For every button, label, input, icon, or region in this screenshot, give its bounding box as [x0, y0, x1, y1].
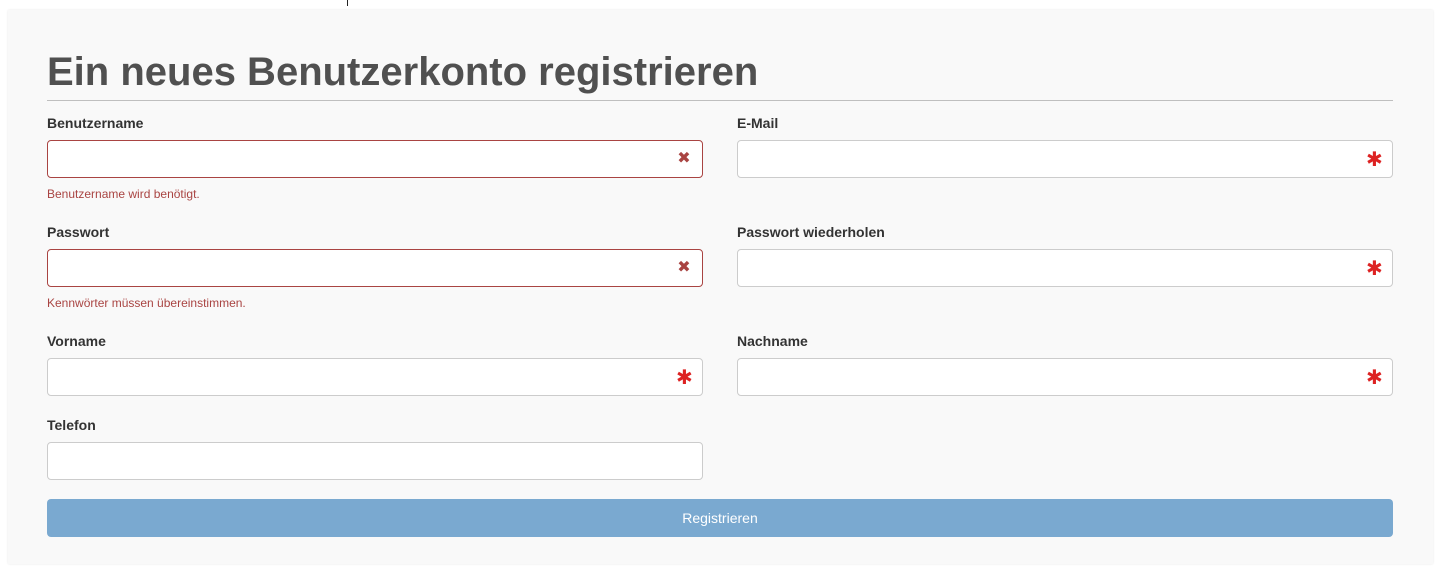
- phone-label: Telefon: [47, 417, 96, 433]
- password-repeat-input[interactable]: [738, 250, 1392, 286]
- required-asterisk-icon: ✱: [1366, 258, 1383, 280]
- password-repeat-label: Passwort wiederholen: [737, 224, 885, 240]
- first-name-label: Vorname: [47, 333, 106, 349]
- required-asterisk-icon: ✱: [676, 367, 693, 389]
- username-label: Benutzername: [47, 115, 144, 131]
- error-x-icon: ✖: [677, 259, 691, 276]
- username-error-message: Benutzername wird benötigt.: [47, 187, 200, 201]
- username-field[interactable]: ✖: [47, 140, 703, 178]
- last-name-label: Nachname: [737, 333, 808, 349]
- password-input[interactable]: [48, 250, 702, 286]
- mouse-cursor-mark: [347, 0, 348, 6]
- username-input[interactable]: [48, 141, 702, 177]
- phone-field[interactable]: [47, 442, 703, 480]
- email-label: E-Mail: [737, 115, 779, 131]
- last-name-input[interactable]: [738, 359, 1392, 395]
- email-input[interactable]: [738, 141, 1392, 177]
- password-label: Passwort: [47, 224, 110, 240]
- page-title: Ein neues Benutzerkonto registrieren: [47, 50, 759, 94]
- last-name-field[interactable]: ✱: [737, 358, 1393, 396]
- first-name-field[interactable]: ✱: [47, 358, 703, 396]
- first-name-input[interactable]: [48, 359, 702, 395]
- email-field[interactable]: ✱: [737, 140, 1393, 178]
- error-x-icon: ✖: [677, 150, 691, 167]
- password-field[interactable]: ✖: [47, 249, 703, 287]
- title-divider: [47, 100, 1393, 101]
- password-repeat-field[interactable]: ✱: [737, 249, 1393, 287]
- phone-input[interactable]: [48, 443, 702, 479]
- password-error-message: Kennwörter müssen übereinstimmen.: [47, 296, 246, 310]
- required-asterisk-icon: ✱: [1366, 367, 1383, 389]
- register-button[interactable]: Registrieren: [47, 499, 1393, 537]
- required-asterisk-icon: ✱: [1366, 149, 1383, 171]
